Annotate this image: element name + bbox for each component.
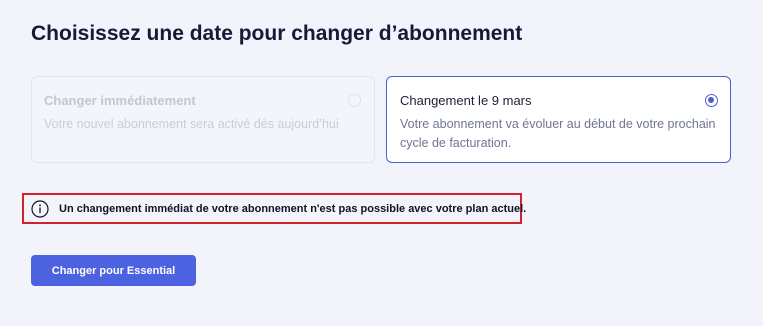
radio-button-selected[interactable] xyxy=(705,94,718,107)
option-change-on-date[interactable]: Changement le 9 mars Votre abonnement va… xyxy=(386,76,731,163)
radio-button xyxy=(348,94,361,107)
option-title: Changement le 9 mars xyxy=(400,93,532,108)
option-change-immediately: Changer immédiatement Votre nouvel abonn… xyxy=(31,76,375,163)
info-notice: Un changement immédiat de votre abonneme… xyxy=(22,193,526,224)
notice-text: Un changement immédiat de votre abonneme… xyxy=(59,202,527,215)
change-to-essential-button[interactable]: Changer pour Essential xyxy=(31,255,196,286)
info-icon xyxy=(31,199,49,218)
option-title: Changer immédiatement xyxy=(44,93,196,108)
change-plan-page: Choisissez une date pour changer d’abonn… xyxy=(0,0,763,326)
option-description: Votre nouvel abonnement sera activé dès … xyxy=(44,117,339,131)
option-description: Votre abonnement va évoluer au début de … xyxy=(400,117,716,150)
page-title: Choisissez une date pour changer d’abonn… xyxy=(31,22,523,45)
